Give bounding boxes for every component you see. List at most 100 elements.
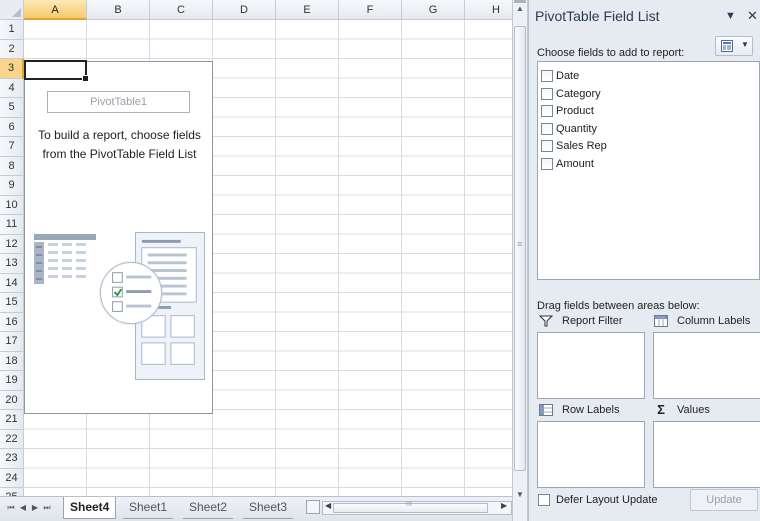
horizontal-scroll-thumb[interactable] — [333, 501, 488, 513]
row-header-12[interactable]: 12 — [0, 234, 24, 254]
scroll-down-icon[interactable]: ▼ — [516, 490, 524, 499]
row-header-19[interactable]: 19 — [0, 371, 24, 391]
sheet-tab-sheet1[interactable]: Sheet1 — [123, 497, 174, 519]
row-header-1[interactable]: 1 — [0, 20, 24, 40]
column-header-g[interactable]: G — [402, 0, 465, 20]
row-header-5[interactable]: 5 — [0, 98, 24, 118]
column-header-b[interactable]: B — [87, 0, 150, 20]
pane-title: PivotTable Field List — [535, 8, 660, 24]
row-header-20[interactable]: 20 — [0, 390, 24, 410]
field-quantity[interactable]: Quantity — [541, 121, 597, 137]
values-label: Values — [677, 404, 710, 416]
field-date[interactable]: Date — [541, 68, 579, 84]
column-header-e[interactable]: E — [276, 0, 339, 20]
select-all-corner[interactable] — [0, 0, 24, 20]
field-checkbox[interactable] — [541, 87, 553, 100]
sheet-tab-sheet4[interactable]: Sheet4 — [63, 497, 117, 519]
active-cell-selection[interactable] — [24, 60, 89, 82]
row-header-8[interactable]: 8 — [0, 156, 24, 176]
row-headers: 1234567891011121314151617181920212223242… — [0, 20, 24, 496]
scroll-up-icon[interactable]: ▲ — [516, 4, 524, 13]
row-header-15[interactable]: 15 — [0, 293, 24, 313]
field-checkbox[interactable] — [541, 140, 553, 152]
report-filter-header: Report Filter — [539, 315, 623, 327]
field-sales-rep[interactable]: Sales Rep — [541, 138, 607, 154]
row-header-9[interactable]: 9 — [0, 176, 24, 196]
row-labels-dropzone[interactable] — [537, 421, 645, 488]
row-header-11[interactable]: 11 — [0, 215, 24, 235]
last-sheet-icon[interactable]: ⏭ — [42, 501, 52, 515]
field-checkbox[interactable] — [541, 122, 553, 135]
row-header-10[interactable]: 10 — [0, 195, 24, 215]
column-header-a[interactable]: A — [24, 0, 87, 20]
pane-close-icon[interactable]: ✕ — [747, 8, 758, 24]
defer-layout-label: Defer Layout Update — [556, 494, 658, 506]
field-label: Date — [556, 70, 580, 82]
field-label: Category — [556, 87, 601, 100]
pivot-illustration-checkbox-icon — [100, 262, 162, 324]
field-layout-button[interactable]: ▼ — [715, 36, 753, 56]
row-header-17[interactable]: 17 — [0, 332, 24, 352]
column-header-c[interactable]: C — [150, 0, 213, 20]
horizontal-scrollbar[interactable]: ◀ ▶ — [322, 501, 512, 515]
pivot-instruction-text: To build a report, choose fields from th… — [38, 128, 201, 161]
field-label: Quantity — [556, 122, 597, 135]
field-checkbox[interactable] — [541, 157, 553, 170]
split-handle[interactable] — [514, 0, 526, 3]
pivot-table-name: PivotTable1 — [47, 91, 190, 113]
spreadsheet-area: A B C D E F G H 1 2 3 4 5 6 7 8 9 10 11 12 13 14 15 16 1… — [0, 0, 512, 496]
field-amount[interactable]: Amount — [541, 156, 594, 172]
row-header-13[interactable]: 13 — [0, 254, 24, 274]
sheet-tab-sheet2[interactable]: Sheet2 — [183, 497, 234, 519]
row-header-18[interactable]: 18 — [0, 351, 24, 371]
report-filter-dropzone[interactable] — [537, 332, 645, 399]
row-header-2[interactable]: 2 — [0, 39, 24, 59]
values-dropzone[interactable] — [653, 421, 760, 488]
field-category[interactable]: Category — [541, 86, 601, 102]
sheet-tab-sheet3[interactable]: Sheet3 — [243, 497, 294, 519]
insert-sheet-button[interactable] — [306, 500, 320, 514]
scroll-right-icon[interactable]: ▶ — [501, 501, 507, 510]
row-header-3[interactable]: 3 — [0, 59, 24, 79]
column-labels-dropzone[interactable] — [653, 332, 760, 399]
defer-layout-checkbox[interactable] — [538, 494, 550, 506]
vertical-scrollbar[interactable]: ▲ ▼ — [512, 0, 528, 521]
column-labels-icon — [654, 315, 668, 327]
column-labels-label: Column Labels — [677, 315, 751, 327]
column-header-f[interactable]: F — [339, 0, 402, 20]
field-label: Amount — [556, 157, 594, 170]
field-checkbox[interactable] — [541, 70, 553, 82]
row-labels-header: Row Labels — [539, 404, 619, 416]
row-header-6[interactable]: 6 — [0, 117, 24, 137]
sheet-tab-bar: ⏮ ◀ ▶ ⏭ Sheet4 Sheet1 Sheet2 Sheet3 ◀ ▶ — [0, 496, 512, 521]
row-header-16[interactable]: 16 — [0, 312, 24, 332]
row-labels-icon — [539, 404, 553, 416]
field-product[interactable]: Product — [541, 103, 594, 119]
column-header-h[interactable]: H — [465, 0, 512, 20]
row-header-21[interactable]: 21 — [0, 410, 24, 430]
field-list-box: Date Category Product Quantity Sales Rep… — [537, 61, 760, 280]
row-header-7[interactable]: 7 — [0, 137, 24, 157]
sigma-icon: Σ — [657, 402, 665, 417]
next-sheet-icon[interactable]: ▶ — [30, 501, 40, 515]
values-header: Σ Values — [654, 402, 710, 417]
previous-sheet-icon[interactable]: ◀ — [18, 501, 28, 515]
column-headers: A B C D E F G H — [24, 0, 512, 20]
vertical-scroll-thumb[interactable] — [514, 26, 526, 471]
pane-options-dropdown-icon[interactable]: ▼ — [725, 10, 736, 22]
row-header-24[interactable]: 24 — [0, 468, 24, 488]
pivot-table-placeholder[interactable]: PivotTable1 To build a report, choose fi… — [24, 61, 213, 414]
row-header-4[interactable]: 4 — [0, 78, 24, 98]
first-sheet-icon[interactable]: ⏮ — [6, 501, 16, 515]
filter-icon — [539, 315, 553, 327]
column-header-d[interactable]: D — [213, 0, 276, 20]
row-header-23[interactable]: 23 — [0, 449, 24, 469]
row-header-14[interactable]: 14 — [0, 273, 24, 293]
row-header-25[interactable]: 25 — [0, 488, 24, 496]
layout-icon — [721, 40, 733, 52]
field-checkbox[interactable] — [541, 105, 553, 117]
update-button[interactable]: Update — [690, 489, 758, 511]
choose-fields-label: Choose fields to add to report: — [537, 47, 685, 59]
scroll-left-icon[interactable]: ◀ — [325, 501, 331, 510]
row-header-22[interactable]: 22 — [0, 429, 24, 449]
